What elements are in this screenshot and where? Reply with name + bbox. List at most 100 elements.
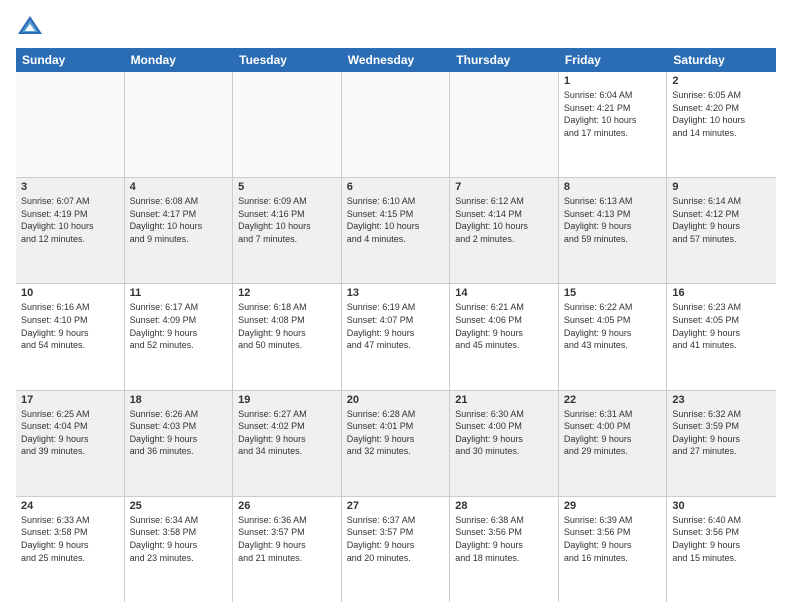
page: SundayMondayTuesdayWednesdayThursdayFrid… — [0, 0, 792, 612]
calendar-week-4: 17 Sunrise: 6:25 AM Sunset: 4:04 PM Dayli… — [16, 391, 776, 497]
day-number: 28 — [455, 500, 553, 512]
empty-cell — [342, 72, 451, 177]
day-info: Sunrise: 6:18 AM Sunset: 4:08 PM Dayligh… — [238, 301, 336, 351]
day-number: 24 — [21, 500, 119, 512]
calendar: SundayMondayTuesdayWednesdayThursdayFrid… — [16, 48, 776, 602]
calendar-week-5: 24 Sunrise: 6:33 AM Sunset: 3:58 PM Dayli… — [16, 497, 776, 602]
day-info: Sunrise: 6:19 AM Sunset: 4:07 PM Dayligh… — [347, 301, 445, 351]
day-info: Sunrise: 6:04 AM Sunset: 4:21 PM Dayligh… — [564, 89, 662, 139]
day-info: Sunrise: 6:40 AM Sunset: 3:56 PM Dayligh… — [672, 514, 771, 564]
day-cell-20: 20Sunrise: 6:28 AM Sunset: 4:01 PM Dayli… — [342, 391, 451, 496]
day-cell-10: 10 Sunrise: 6:16 AM Sunset: 4:10 PM Dayli… — [16, 284, 125, 389]
day-number: 19 — [238, 394, 336, 406]
day-header-wednesday: Wednesday — [342, 48, 451, 72]
day-number: 20 — [347, 394, 445, 406]
day-cell-13: 13Sunrise: 6:19 AM Sunset: 4:07 PM Dayli… — [342, 284, 451, 389]
day-header-thursday: Thursday — [450, 48, 559, 72]
day-info: Sunrise: 6:26 AM Sunset: 4:03 PM Dayligh… — [130, 408, 228, 458]
day-header-friday: Friday — [559, 48, 668, 72]
day-number: 8 — [564, 181, 662, 193]
day-cell-25: 25Sunrise: 6:34 AM Sunset: 3:58 PM Dayli… — [125, 497, 234, 602]
day-cell-2: 2Sunrise: 6:05 AM Sunset: 4:20 PM Daylig… — [667, 72, 776, 177]
day-number: 7 — [455, 181, 553, 193]
day-cell-30: 30 Sunrise: 6:40 AM Sunset: 3:56 PM Dayli… — [667, 497, 776, 602]
day-number: 4 — [130, 181, 228, 193]
day-info: Sunrise: 6:10 AM Sunset: 4:15 PM Dayligh… — [347, 195, 445, 245]
day-cell-11: 11 Sunrise: 6:17 AM Sunset: 4:09 PM Dayli… — [125, 284, 234, 389]
day-cell-12: 12 Sunrise: 6:18 AM Sunset: 4:08 PM Dayli… — [233, 284, 342, 389]
day-cell-27: 27 Sunrise: 6:37 AM Sunset: 3:57 PM Dayli… — [342, 497, 451, 602]
day-number: 12 — [238, 287, 336, 299]
day-cell-8: 8 Sunrise: 6:13 AM Sunset: 4:13 PM Daylig… — [559, 178, 668, 283]
day-header-sunday: Sunday — [16, 48, 125, 72]
day-number: 14 — [455, 287, 553, 299]
day-info: Sunrise: 6:25 AM Sunset: 4:04 PM Dayligh… — [21, 408, 119, 458]
day-cell-9: 9 Sunrise: 6:14 AM Sunset: 4:12 PM Daylig… — [667, 178, 776, 283]
day-cell-29: 29 Sunrise: 6:39 AM Sunset: 3:56 PM Dayli… — [559, 497, 668, 602]
day-number: 18 — [130, 394, 228, 406]
day-info: Sunrise: 6:39 AM Sunset: 3:56 PM Dayligh… — [564, 514, 662, 564]
day-info: Sunrise: 6:13 AM Sunset: 4:13 PM Dayligh… — [564, 195, 662, 245]
logo — [16, 12, 48, 40]
day-number: 10 — [21, 287, 119, 299]
day-cell-4: 4 Sunrise: 6:08 AM Sunset: 4:17 PM Daylig… — [125, 178, 234, 283]
day-info: Sunrise: 6:14 AM Sunset: 4:12 PM Dayligh… — [672, 195, 771, 245]
day-number: 25 — [130, 500, 228, 512]
day-number: 3 — [21, 181, 119, 193]
day-cell-26: 26 Sunrise: 6:36 AM Sunset: 3:57 PM Dayli… — [233, 497, 342, 602]
empty-cell — [125, 72, 234, 177]
day-number: 27 — [347, 500, 445, 512]
day-info: Sunrise: 6:09 AM Sunset: 4:16 PM Dayligh… — [238, 195, 336, 245]
empty-cell — [16, 72, 125, 177]
day-header-saturday: Saturday — [667, 48, 776, 72]
day-cell-15: 15 Sunrise: 6:22 AM Sunset: 4:05 PM Dayli… — [559, 284, 668, 389]
day-info: Sunrise: 6:08 AM Sunset: 4:17 PM Dayligh… — [130, 195, 228, 245]
day-info: Sunrise: 6:17 AM Sunset: 4:09 PM Dayligh… — [130, 301, 228, 351]
logo-icon — [16, 12, 44, 40]
day-cell-6: 6 Sunrise: 6:10 AM Sunset: 4:15 PM Daylig… — [342, 178, 451, 283]
day-number: 17 — [21, 394, 119, 406]
day-number: 29 — [564, 500, 662, 512]
empty-cell — [233, 72, 342, 177]
day-number: 21 — [455, 394, 553, 406]
day-info: Sunrise: 6:23 AM Sunset: 4:05 PM Dayligh… — [672, 301, 771, 351]
day-number: 1 — [564, 75, 662, 87]
day-info: Sunrise: 6:36 AM Sunset: 3:57 PM Dayligh… — [238, 514, 336, 564]
day-info: Sunrise: 6:27 AM Sunset: 4:02 PM Dayligh… — [238, 408, 336, 458]
day-cell-28: 28 Sunrise: 6:38 AM Sunset: 3:56 PM Dayli… — [450, 497, 559, 602]
day-number: 6 — [347, 181, 445, 193]
day-info: Sunrise: 6:38 AM Sunset: 3:56 PM Dayligh… — [455, 514, 553, 564]
day-info: Sunrise: 6:33 AM Sunset: 3:58 PM Dayligh… — [21, 514, 119, 564]
day-header-tuesday: Tuesday — [233, 48, 342, 72]
header — [16, 12, 776, 40]
day-number: 16 — [672, 287, 771, 299]
day-cell-19: 19 Sunrise: 6:27 AM Sunset: 4:02 PM Dayli… — [233, 391, 342, 496]
day-number: 9 — [672, 181, 771, 193]
day-number: 23 — [672, 394, 771, 406]
day-cell-18: 18 Sunrise: 6:26 AM Sunset: 4:03 PM Dayli… — [125, 391, 234, 496]
day-number: 26 — [238, 500, 336, 512]
day-info: Sunrise: 6:12 AM Sunset: 4:14 PM Dayligh… — [455, 195, 553, 245]
day-number: 22 — [564, 394, 662, 406]
day-number: 30 — [672, 500, 771, 512]
day-number: 11 — [130, 287, 228, 299]
day-info: Sunrise: 6:07 AM Sunset: 4:19 PM Dayligh… — [21, 195, 119, 245]
calendar-week-3: 10 Sunrise: 6:16 AM Sunset: 4:10 PM Dayli… — [16, 284, 776, 390]
day-info: Sunrise: 6:37 AM Sunset: 3:57 PM Dayligh… — [347, 514, 445, 564]
day-info: Sunrise: 6:21 AM Sunset: 4:06 PM Dayligh… — [455, 301, 553, 351]
day-cell-17: 17 Sunrise: 6:25 AM Sunset: 4:04 PM Dayli… — [16, 391, 125, 496]
day-cell-21: 21Sunrise: 6:30 AM Sunset: 4:00 PM Dayli… — [450, 391, 559, 496]
day-info: Sunrise: 6:22 AM Sunset: 4:05 PM Dayligh… — [564, 301, 662, 351]
day-cell-1: 1 Sunrise: 6:04 AM Sunset: 4:21 PM Daylig… — [559, 72, 668, 177]
calendar-header: SundayMondayTuesdayWednesdayThursdayFrid… — [16, 48, 776, 72]
calendar-body: 1 Sunrise: 6:04 AM Sunset: 4:21 PM Daylig… — [16, 72, 776, 602]
day-info: Sunrise: 6:32 AM Sunset: 3:59 PM Dayligh… — [672, 408, 771, 458]
day-info: Sunrise: 6:16 AM Sunset: 4:10 PM Dayligh… — [21, 301, 119, 351]
day-number: 2 — [672, 75, 771, 87]
empty-cell — [450, 72, 559, 177]
calendar-week-2: 3 Sunrise: 6:07 AM Sunset: 4:19 PM Daylig… — [16, 178, 776, 284]
day-cell-3: 3 Sunrise: 6:07 AM Sunset: 4:19 PM Daylig… — [16, 178, 125, 283]
day-number: 15 — [564, 287, 662, 299]
calendar-week-1: 1 Sunrise: 6:04 AM Sunset: 4:21 PM Daylig… — [16, 72, 776, 178]
day-info: Sunrise: 6:31 AM Sunset: 4:00 PM Dayligh… — [564, 408, 662, 458]
